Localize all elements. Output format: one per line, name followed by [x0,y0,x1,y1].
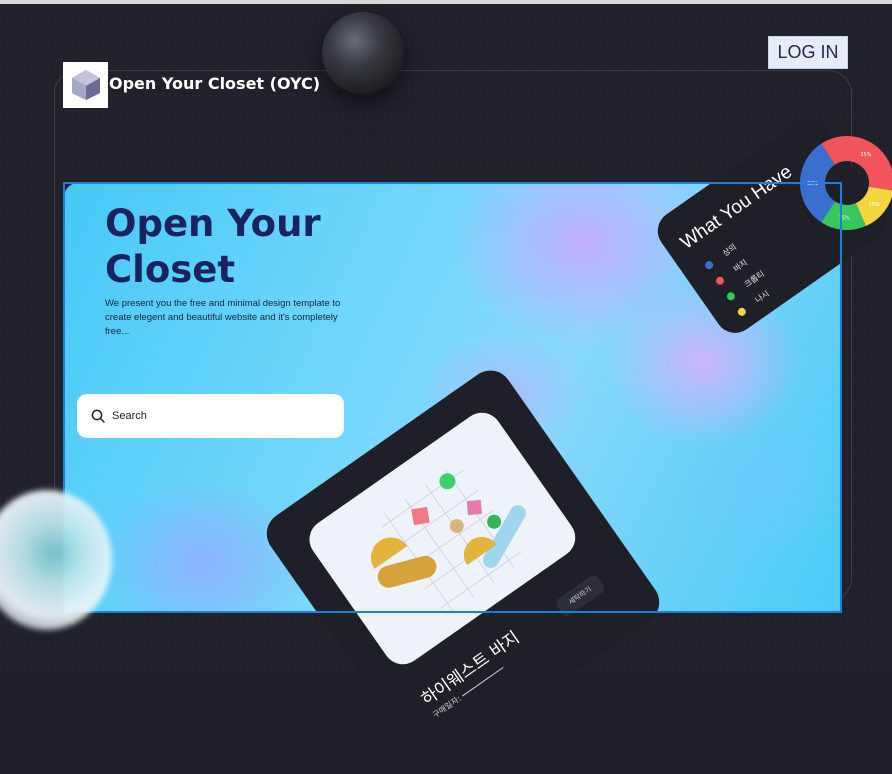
legend-label: 나시 [753,288,771,305]
search-placeholder: Search [112,410,147,422]
closet-donut-chart: 30% 35% 15% 15% [800,135,892,230]
cube-logo-icon [71,70,100,100]
donut-value-label: 15% [839,215,850,221]
decorative-dark-orb [322,12,404,94]
legend-dot [714,274,726,286]
hero-title: Open Your Closet [105,202,321,291]
logo[interactable] [63,62,108,108]
legend-dot [725,290,737,302]
wash-button[interactable]: 세탁하기 [553,573,607,619]
search-input[interactable]: Search [77,394,344,438]
donut-value-label: 35% [860,152,871,158]
donut-value-label: 15% [869,202,880,208]
search-icon [91,409,105,423]
hero-description: We present you the free and minimal desi… [105,298,341,337]
legend-dot [735,305,748,318]
legend-dot [703,259,715,271]
closet-legend: 상의 바지 크롭티 나시 [700,234,780,322]
login-button[interactable]: LOG IN [768,36,848,69]
brand-name: Open Your Closet (OYC) [109,74,321,93]
donut-value-label: 30% [807,181,818,187]
